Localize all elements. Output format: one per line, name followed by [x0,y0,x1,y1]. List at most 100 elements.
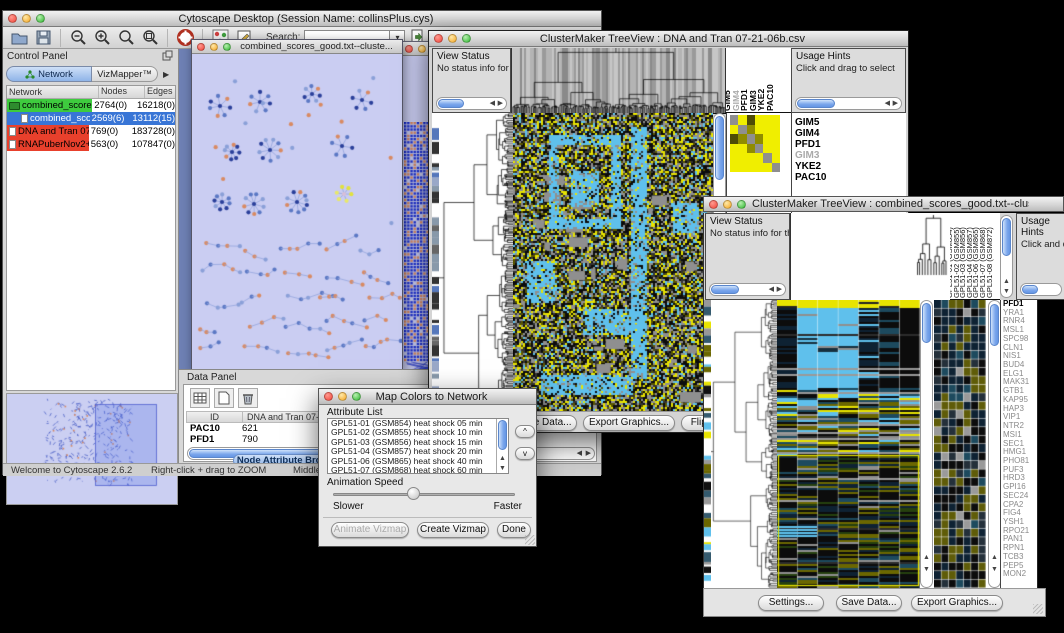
gene-label: GIM3 [795,150,819,161]
export-graphics-button[interactable]: Export Graphics... [583,415,675,431]
zoom-out-icon[interactable] [68,28,88,48]
network-row[interactable]: combined_scores2764(0)16218(0) [7,99,175,112]
treeview1-overview-strip[interactable] [432,113,439,411]
matrix-cell [763,134,771,144]
zoom-in-icon[interactable] [92,28,112,48]
treeview1-heatmap[interactable] [513,113,713,411]
treeview2-heatmap-vscrollbar[interactable]: ▲▼ [920,300,933,588]
minimize-icon[interactable] [448,34,457,43]
delete-attribute-icon[interactable] [238,388,258,408]
animate-vizmap-button[interactable]: Animate Vizmap [331,522,409,538]
matrix-cell [772,153,780,163]
zoom-fit-icon[interactable] [116,28,136,48]
select-attributes-icon[interactable] [190,388,210,408]
minimize-icon[interactable] [210,43,218,51]
maximize-icon[interactable] [462,34,471,43]
column-header[interactable]: Nodes [99,86,145,98]
maximize-icon[interactable] [36,14,45,23]
usage-hints-hscrollbar[interactable]: ◀▶ [795,97,902,110]
tab-network[interactable]: Network [6,66,92,82]
save-icon[interactable] [33,28,53,48]
close-icon[interactable] [197,43,205,51]
matrix-cell [730,153,738,163]
matrix-cell [730,144,738,154]
treeview2-overview-strip[interactable] [704,300,711,588]
network-row[interactable]: RNAPuberNov2+563(0)107847(0) [7,138,175,151]
move-up-button[interactable]: ^ [515,425,535,438]
animation-speed-slider[interactable] [333,493,515,496]
network-row[interactable]: combined_sco2569(6)13112(15) [7,112,175,125]
tabs-more-icon[interactable]: ▶ [163,70,169,79]
matrix-cell [763,115,771,125]
treeview2-row-dendrogram[interactable] [711,300,777,588]
settings-button[interactable]: Settings... [758,595,824,611]
resize-grip[interactable] [525,535,535,545]
gene-label: PFD1 [795,139,821,150]
maximize-icon[interactable] [352,392,361,401]
network-canvas[interactable] [192,54,402,370]
treeview2-usage-hints: Usage Hints Click and drag to select [1016,213,1064,300]
open-file-icon[interactable] [9,28,29,48]
matrix-cell [763,125,771,135]
resize-grip[interactable] [1033,604,1043,614]
treeview1-column-dendrogram[interactable] [511,48,726,114]
attribute-list-vscrollbar[interactable]: ▲▼ [496,419,508,473]
network-name: DNA and Tran 07 [18,126,89,137]
network-row[interactable]: DNA and Tran 07769(0)183728(0) [7,125,175,138]
treeview2-gene-list[interactable]: PFD1YRA1RNR4MSL1SPC98CLN1NIS1BUD4ELG1MAK… [1000,300,1038,588]
dialog-titlebar[interactable]: Map Colors to Network [319,389,536,405]
export-graphics-button[interactable]: Export Graphics... [911,595,1003,611]
close-icon[interactable] [434,34,443,43]
maximize-icon[interactable] [223,43,231,51]
id-column-header[interactable]: ID [187,412,243,422]
treeview-window-combined: ClusterMaker TreeView : combined_scores_… [703,196,1064,620]
matrix-cell [772,144,780,154]
treeview1-row-dendrogram[interactable] [439,113,513,411]
node-count: 2764(0) [92,100,135,111]
close-icon[interactable] [8,14,17,23]
tab-vizmapper[interactable]: VizMapper™ [92,66,158,82]
treeview2-global-heatmap[interactable] [777,300,920,588]
new-attribute-icon[interactable] [214,388,234,408]
column-header[interactable]: Edges [145,86,175,98]
treeview1-titlebar[interactable]: ClusterMaker TreeView : DNA and Tran 07-… [429,31,908,47]
matrix-cell [755,125,763,135]
network-name: RNAPuberNov2+ [18,139,89,150]
view-status-hscrollbar[interactable]: ◀▶ [709,283,786,296]
minimize-icon[interactable] [338,392,347,401]
attribute-list[interactable]: GPL51-01 (GSM854) heat shock 05 minGPL51… [327,418,509,474]
maximize-icon[interactable] [737,200,746,209]
network-overview-birdseye[interactable] [6,393,178,505]
create-vizmap-button[interactable]: Create Vizmap [417,522,489,538]
minimize-icon[interactable] [418,45,426,53]
close-icon[interactable] [709,200,718,209]
cluster-matrix[interactable] [730,115,780,172]
matrix-cell [738,163,746,173]
matrix-cell [738,115,746,125]
close-icon[interactable] [324,392,333,401]
treeview2-titlebar[interactable]: ClusterMaker TreeView : combined_scores_… [703,196,1064,212]
treeview2-column-dendrogram[interactable] [790,213,951,301]
view-status-hscrollbar[interactable]: ◀▶ [436,97,507,110]
matrix-cell [747,115,755,125]
treeview2-top-vscrollbar[interactable]: ▲▼ [1000,215,1013,298]
treeview2-zoom-heatmap[interactable] [934,300,986,588]
slider-thumb[interactable] [407,487,420,500]
attribute-list-item[interactable]: GPL51-07 (GSM868) heat shock 60 min [328,466,496,474]
float-panel-icon[interactable] [162,48,173,66]
matrix-cell [772,134,780,144]
matrix-cell [730,163,738,173]
minimize-icon[interactable] [723,200,732,209]
usage-hints-hscrollbar[interactable] [1020,283,1062,296]
zoom-selected-icon[interactable] [140,28,160,48]
minimize-icon[interactable] [22,14,31,23]
main-titlebar[interactable]: Cytoscape Desktop (Session Name: collins… [3,11,601,27]
folder-icon [9,102,20,110]
matrix-cell [763,144,771,154]
close-icon[interactable] [405,45,413,53]
move-down-button[interactable]: v [515,447,535,460]
matrix-cell [738,125,746,135]
save-data-button[interactable]: Save Data... [836,595,902,611]
column-header[interactable]: Network [7,86,99,98]
treeview1-column-labels: GIM5GIM4PFD1GIM3YKE2PAC10 [725,48,791,113]
